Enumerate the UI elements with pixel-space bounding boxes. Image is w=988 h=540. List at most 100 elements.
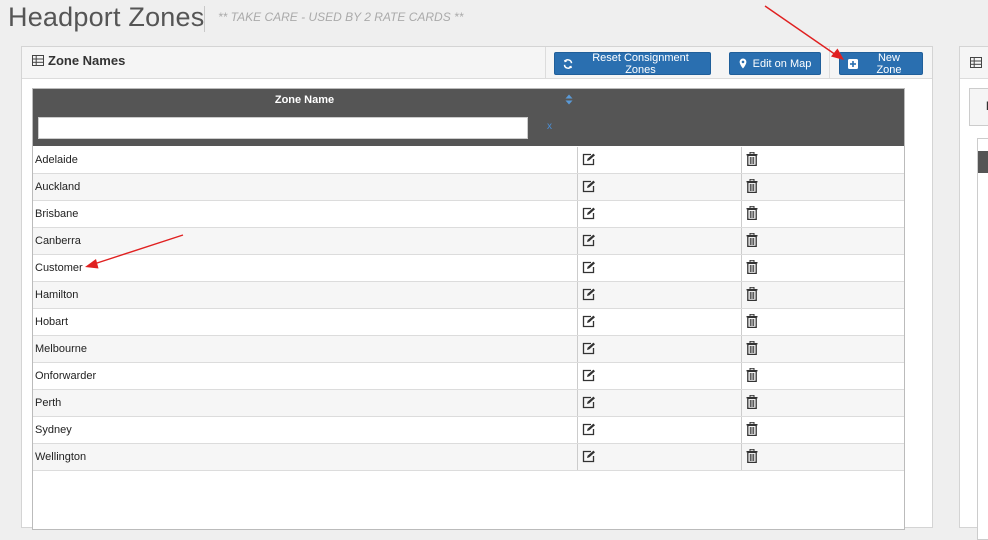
zone-grid: Zone Name x Adelaide Auckland Brisbane C…: [32, 88, 905, 530]
edit-cell: [577, 417, 741, 443]
table-row[interactable]: Hamilton: [33, 282, 904, 309]
edit-icon[interactable]: [582, 369, 596, 382]
trash-icon[interactable]: [746, 368, 758, 382]
zone-name-cell: Perth: [35, 397, 62, 409]
delete-cell: [741, 201, 905, 227]
trash-icon[interactable]: [746, 395, 758, 409]
panel-header: Zone Names Reset Consignment Zones Edit …: [22, 47, 932, 79]
edit-icon[interactable]: [582, 396, 596, 409]
zone-names-panel: Zone Names Reset Consignment Zones Edit …: [21, 46, 933, 530]
reset-consignment-zones-button[interactable]: Reset Consignment Zones: [554, 51, 711, 76]
edit-cell: [577, 336, 741, 362]
zone-name-cell: Melbourne: [35, 343, 87, 355]
delete-cell: [741, 336, 905, 362]
edit-cell: [577, 444, 741, 470]
edit-icon[interactable]: [582, 423, 596, 436]
edit-cell: [577, 147, 741, 173]
table-row[interactable]: Melbourne: [33, 336, 904, 363]
panel-title: Zone Names: [32, 53, 125, 68]
edit-cell: [577, 390, 741, 416]
edit-icon[interactable]: [582, 153, 596, 166]
edit-icon[interactable]: [582, 450, 596, 463]
title-separator: [204, 6, 205, 32]
delete-cell: [741, 417, 905, 443]
zone-name-column-header[interactable]: Zone Name: [33, 94, 576, 106]
secondary-grid-header: [978, 151, 988, 173]
edit-cell: [577, 174, 741, 200]
edit-cell: [577, 309, 741, 335]
delete-cell: [741, 444, 905, 470]
table-row[interactable]: Perth: [33, 390, 904, 417]
table-row[interactable]: Sydney: [33, 417, 904, 444]
secondary-grid: [977, 138, 988, 540]
zone-rows: Adelaide Auckland Brisbane Canberra Cust…: [33, 147, 904, 471]
zone-name-cell: Onforwarder: [35, 370, 97, 382]
filter-clear-button[interactable]: x: [547, 121, 552, 132]
edit-map-button-label: Edit on Map: [752, 57, 812, 70]
edit-icon[interactable]: [582, 207, 596, 220]
trash-icon[interactable]: [746, 422, 758, 436]
plus-square-icon: [848, 58, 858, 69]
table-row[interactable]: Customer: [33, 255, 904, 282]
secondary-panel: F: [959, 46, 988, 540]
table-icon: [32, 55, 44, 66]
edit-icon[interactable]: [582, 342, 596, 355]
trash-icon[interactable]: [746, 287, 758, 301]
edit-cell: [577, 363, 741, 389]
new-zone-button-label: New Zone: [876, 51, 902, 76]
edit-cell: [577, 255, 741, 281]
secondary-panel-header: [960, 47, 988, 79]
trash-icon[interactable]: [746, 341, 758, 355]
edit-icon[interactable]: [582, 315, 596, 328]
table-row[interactable]: Onforwarder: [33, 363, 904, 390]
rate-card-warning: ** TAKE CARE - USED BY 2 RATE CARDS **: [218, 10, 464, 24]
trash-icon[interactable]: [746, 179, 758, 193]
zone-name-cell: Hamilton: [35, 289, 79, 301]
zone-name-cell: Auckland: [35, 181, 81, 193]
trash-icon[interactable]: [746, 260, 758, 274]
zone-name-cell: Canberra: [35, 235, 81, 247]
edit-icon[interactable]: [582, 261, 596, 274]
trash-icon[interactable]: [746, 314, 758, 328]
zone-name-cell: Brisbane: [35, 208, 79, 220]
zone-name-cell: Sydney: [35, 424, 72, 436]
delete-cell: [741, 282, 905, 308]
zone-name-cell: Wellington: [35, 451, 87, 463]
table-row[interactable]: Wellington: [33, 444, 904, 471]
trash-icon[interactable]: [746, 233, 758, 247]
new-zone-button[interactable]: New Zone: [839, 51, 923, 76]
edit-icon[interactable]: [582, 180, 596, 193]
map-marker-icon: [739, 58, 747, 69]
table-row[interactable]: Canberra: [33, 228, 904, 255]
sort-icon[interactable]: [565, 94, 573, 105]
grid-header: Zone Name: [33, 89, 904, 111]
filter-row: x: [33, 111, 904, 146]
trash-icon[interactable]: [746, 449, 758, 463]
secondary-panel-tab[interactable]: F: [969, 88, 988, 126]
edit-on-map-button[interactable]: Edit on Map: [729, 52, 821, 75]
header-divider: [829, 47, 830, 78]
refresh-icon: [563, 58, 573, 69]
table-row[interactable]: Brisbane: [33, 201, 904, 228]
edit-icon[interactable]: [582, 234, 596, 247]
table-row[interactable]: Hobart: [33, 309, 904, 336]
table-row[interactable]: Adelaide: [33, 147, 904, 174]
panel-title-text: Zone Names: [48, 53, 126, 68]
delete-cell: [741, 309, 905, 335]
delete-cell: [741, 228, 905, 254]
edit-icon[interactable]: [582, 288, 596, 301]
edit-cell: [577, 201, 741, 227]
edit-cell: [577, 228, 741, 254]
trash-icon[interactable]: [746, 206, 758, 220]
header-divider: [545, 47, 546, 78]
zone-name-cell: Customer: [35, 262, 83, 274]
table-icon: [970, 57, 982, 68]
delete-cell: [741, 147, 905, 173]
trash-icon[interactable]: [746, 152, 758, 166]
edit-cell: [577, 282, 741, 308]
zone-name-filter-input[interactable]: [38, 117, 528, 139]
delete-cell: [741, 363, 905, 389]
delete-cell: [741, 255, 905, 281]
reset-button-label: Reset Consignment Zones: [592, 51, 689, 76]
table-row[interactable]: Auckland: [33, 174, 904, 201]
